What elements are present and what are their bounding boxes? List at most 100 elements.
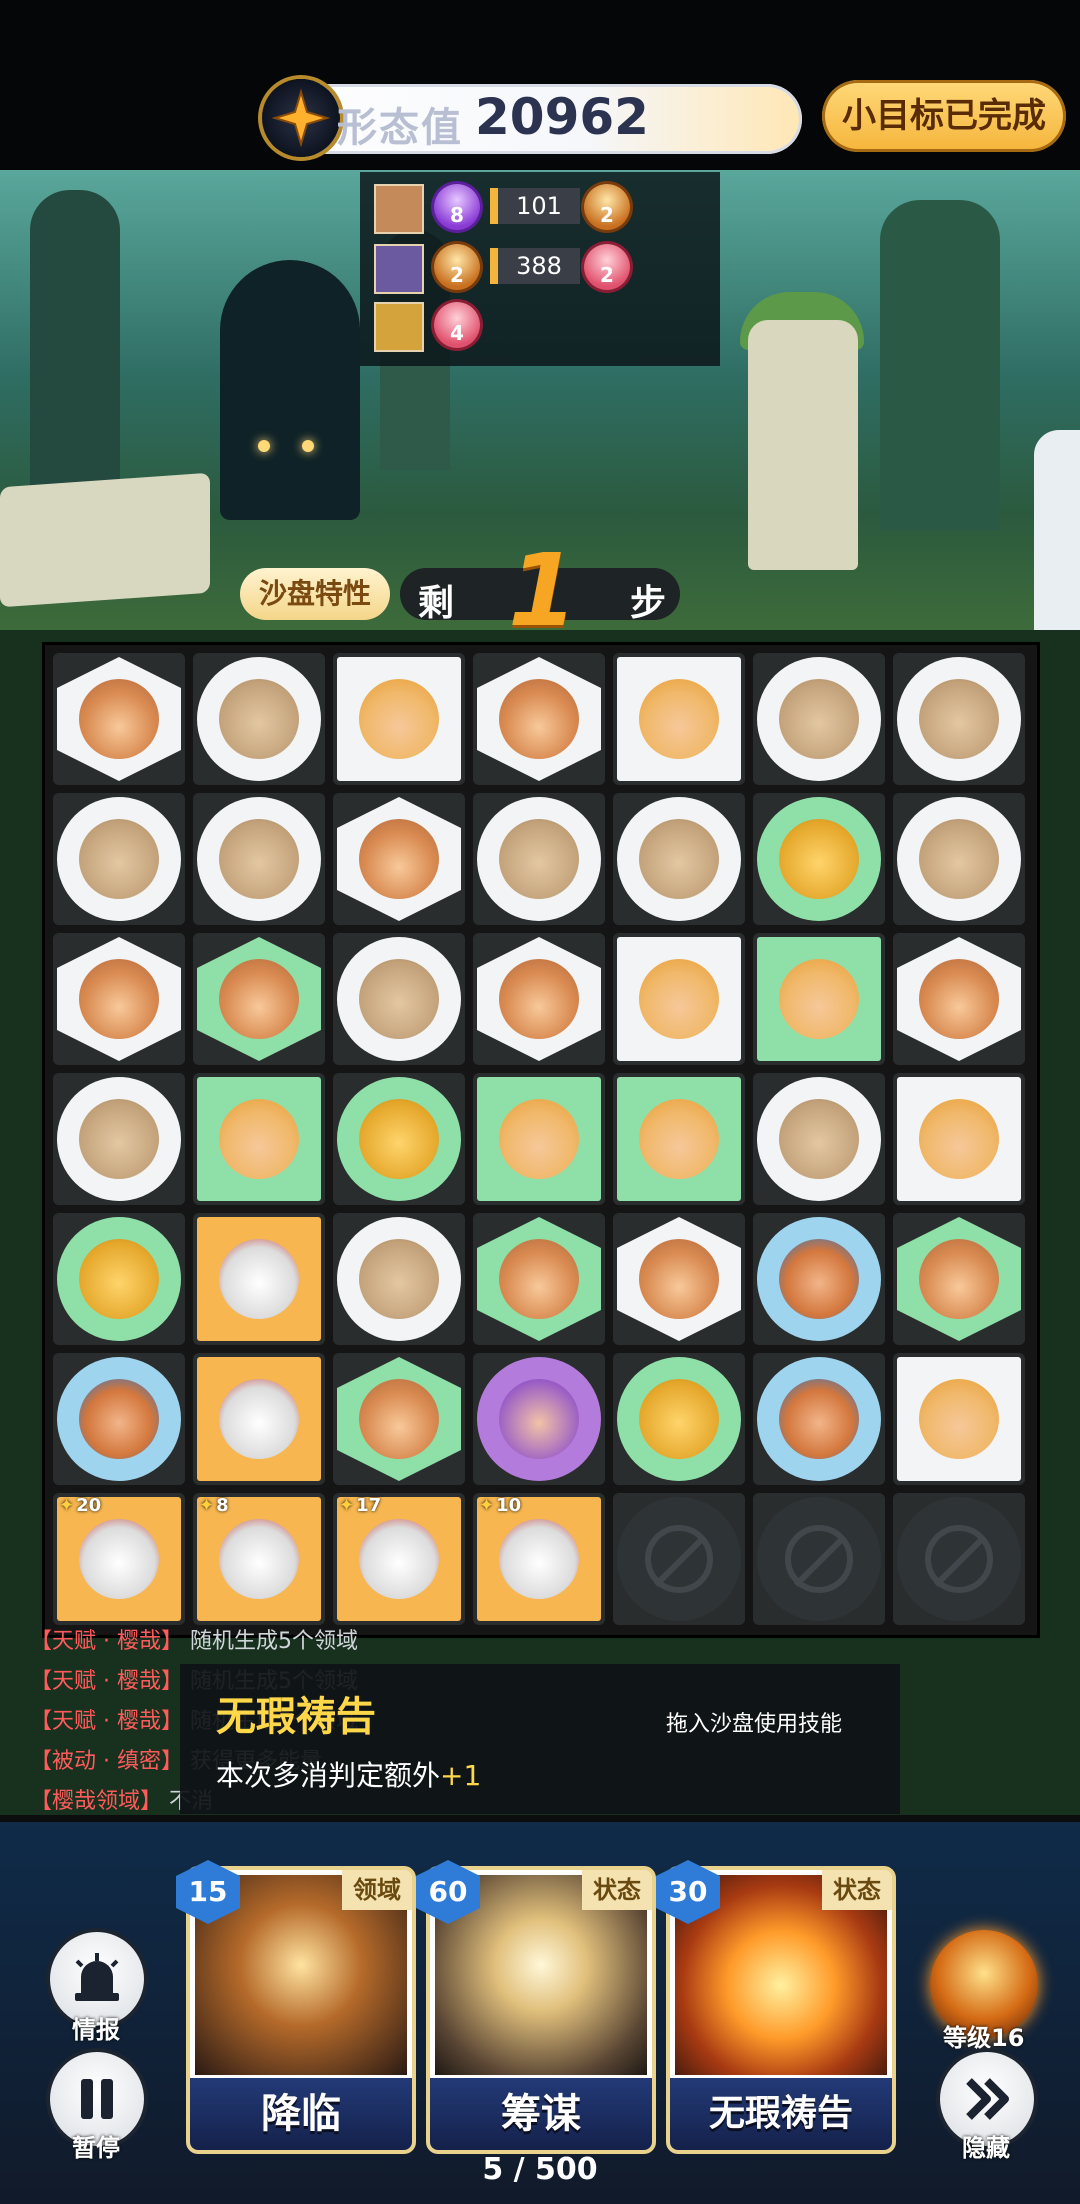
toad-tile[interactable]: [57, 1077, 181, 1201]
sandbox-feature-button[interactable]: 沙盘特性: [240, 568, 390, 620]
toad-tile[interactable]: [757, 1077, 881, 1201]
leopard-tile[interactable]: [617, 1357, 741, 1481]
board-cell[interactable]: [193, 1353, 325, 1485]
toad-tile[interactable]: [897, 657, 1021, 781]
monkey-tile[interactable]: [337, 797, 461, 921]
board-cell[interactable]: [753, 1353, 885, 1485]
board-cell[interactable]: [613, 933, 745, 1065]
board-cell[interactable]: [333, 793, 465, 925]
leopard-tile[interactable]: [757, 797, 881, 921]
board-cell[interactable]: [473, 793, 605, 925]
board-cell[interactable]: [753, 793, 885, 925]
board-cell[interactable]: [893, 793, 1025, 925]
board-cell[interactable]: [53, 933, 185, 1065]
board-cell[interactable]: 20: [53, 1493, 185, 1625]
board-cell[interactable]: 10: [473, 1493, 605, 1625]
board-cell[interactable]: [613, 1493, 745, 1625]
board-cell[interactable]: [753, 1213, 885, 1345]
board-cell[interactable]: [473, 1353, 605, 1485]
monkey-tile[interactable]: [897, 1217, 1021, 1341]
blonde-tile[interactable]: [757, 937, 881, 1061]
blonde-tile[interactable]: [477, 1077, 601, 1201]
board-cell[interactable]: [473, 1073, 605, 1205]
blonde-tile[interactable]: [617, 1077, 741, 1201]
monkey-tile[interactable]: [477, 1217, 601, 1341]
board-cell[interactable]: [613, 793, 745, 925]
wukong-tile[interactable]: [757, 1217, 881, 1341]
leopard-icon: [779, 819, 859, 899]
leopard-tile[interactable]: [337, 1077, 461, 1201]
board-cell[interactable]: [753, 653, 885, 785]
board-cell[interactable]: [53, 653, 185, 785]
board-cell[interactable]: 17: [333, 1493, 465, 1625]
board-cell[interactable]: [333, 1213, 465, 1345]
board-cell[interactable]: [753, 1493, 885, 1625]
wolf-tile[interactable]: [197, 1217, 321, 1341]
board-cell[interactable]: [753, 1073, 885, 1205]
board-cell[interactable]: [893, 1213, 1025, 1345]
blonde-tile[interactable]: [617, 937, 741, 1061]
toad-tile[interactable]: [477, 797, 601, 921]
wukong-tile[interactable]: [57, 1357, 181, 1481]
game-board: 20 8 17 10: [42, 642, 1040, 1638]
goal-complete-button[interactable]: 小目标已完成: [822, 80, 1066, 152]
board-cell[interactable]: [193, 1073, 325, 1205]
toad-tile[interactable]: [337, 1217, 461, 1341]
toad-tile[interactable]: [197, 657, 321, 781]
board-cell[interactable]: [333, 933, 465, 1065]
board-cell[interactable]: [893, 933, 1025, 1065]
blonde-tile[interactable]: [617, 657, 741, 781]
board-cell[interactable]: [333, 653, 465, 785]
board-cell[interactable]: [53, 793, 185, 925]
board-cell[interactable]: [893, 653, 1025, 785]
board-cell[interactable]: [893, 1493, 1025, 1625]
board-cell[interactable]: [53, 1353, 185, 1485]
blonde-tile[interactable]: [197, 1077, 321, 1201]
gold-coin-icon: 2: [434, 244, 480, 290]
monkey-tile[interactable]: [57, 937, 181, 1061]
board-cell[interactable]: [53, 1073, 185, 1205]
toad-tile[interactable]: [897, 797, 1021, 921]
board-cell[interactable]: [473, 653, 605, 785]
monkey-tile[interactable]: [477, 937, 601, 1061]
board-cell[interactable]: [613, 653, 745, 785]
board-cell[interactable]: [193, 653, 325, 785]
board-cell[interactable]: [473, 1213, 605, 1345]
toad-tile[interactable]: [57, 797, 181, 921]
horn-tile[interactable]: [477, 1357, 601, 1481]
monkey-tile[interactable]: [897, 937, 1021, 1061]
blonde-tile[interactable]: [897, 1077, 1021, 1201]
wukong-tile[interactable]: [757, 1357, 881, 1481]
board-cell[interactable]: [193, 793, 325, 925]
toad-tile[interactable]: [617, 797, 741, 921]
monkey-tile[interactable]: [57, 657, 181, 781]
board-cell[interactable]: [473, 933, 605, 1065]
log-tag: 【被动 · 缜密】: [30, 1749, 183, 1774]
board-cell[interactable]: [613, 1353, 745, 1485]
board-cell[interactable]: [753, 933, 885, 1065]
board-cell[interactable]: 8: [193, 1493, 325, 1625]
board-cell[interactable]: [193, 1213, 325, 1345]
blonde-tile[interactable]: [897, 1357, 1021, 1481]
monkey-tile[interactable]: [477, 657, 601, 781]
monkey-tile[interactable]: [617, 1217, 741, 1341]
blonde-tile[interactable]: [337, 657, 461, 781]
board-cell[interactable]: [613, 1073, 745, 1205]
leopard-tile[interactable]: [57, 1217, 181, 1341]
toad-tile[interactable]: [757, 657, 881, 781]
toad-tile[interactable]: [337, 937, 461, 1061]
log-tag: 【天赋 · 樱哉】: [30, 1629, 183, 1654]
board-cell[interactable]: [613, 1213, 745, 1345]
board-cell[interactable]: [193, 933, 325, 1065]
double-chevron-right-icon: [966, 2078, 1009, 2120]
board-cell[interactable]: [53, 1213, 185, 1345]
toad-tile[interactable]: [197, 797, 321, 921]
monkey-tile[interactable]: [337, 1357, 461, 1481]
board-cell[interactable]: [333, 1073, 465, 1205]
board-cell[interactable]: [893, 1353, 1025, 1485]
side-drawer-handle[interactable]: [1034, 430, 1080, 630]
monkey-tile[interactable]: [197, 937, 321, 1061]
board-cell[interactable]: [893, 1073, 1025, 1205]
board-cell[interactable]: [333, 1353, 465, 1485]
wolf-tile[interactable]: [197, 1357, 321, 1481]
